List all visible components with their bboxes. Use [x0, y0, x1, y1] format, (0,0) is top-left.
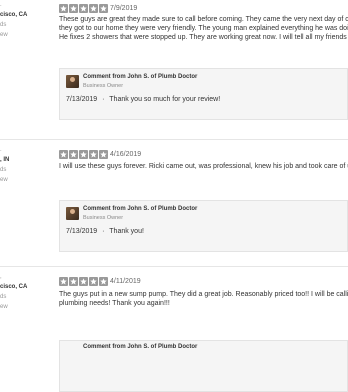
separator: ·	[102, 96, 105, 103]
review-date: 4/11/2019	[110, 278, 141, 285]
review-text: The guys put in a new sump pump. They di…	[59, 290, 348, 308]
owner-reply-text: 7/13/2019 · Thank you so much for your r…	[66, 96, 220, 103]
reviewer-reviews-count: ds	[0, 294, 7, 300]
reviewer-meta: . , IN ds ew	[0, 147, 10, 183]
reviewer-reviews-count: ds	[0, 167, 7, 173]
reviewer-location: cisco, CA	[0, 12, 28, 18]
star-icon	[69, 4, 78, 13]
reviewer-view: ew	[0, 177, 8, 183]
rating-stars	[59, 277, 108, 286]
star-icon	[69, 150, 78, 159]
reply-date: 7/13/2019	[66, 96, 98, 103]
owner-reply-title: Comment from John S. of Plumb Doctor	[83, 206, 198, 212]
review-date: 4/16/2019	[110, 151, 142, 158]
star-icon	[69, 277, 78, 286]
owner-reply: Comment from John S. of Plumb Doctor Bus…	[59, 68, 348, 120]
reviewer-reviews-count: ds	[0, 22, 7, 28]
review-text-line: He fixes 2 showers that were stopped up.…	[59, 34, 348, 41]
review-text-line: The guys put in a new sump pump. They di…	[59, 291, 348, 298]
avatar	[66, 207, 79, 220]
reply-date: 7/13/2019	[66, 228, 98, 235]
review-text-line: they got to our home they were very frie…	[59, 25, 348, 32]
review-text: I will use these guys forever. Ricki cam…	[59, 162, 348, 171]
rating-stars	[59, 4, 108, 13]
owner-role: Business Owner	[83, 83, 124, 89]
review-date: 7/9/2019	[110, 5, 138, 12]
review-text: These guys are great they made sure to c…	[59, 15, 348, 42]
star-icon	[79, 277, 88, 286]
reviewer-view: ew	[0, 32, 8, 38]
star-icon	[89, 150, 98, 159]
divider	[0, 266, 348, 267]
star-icon	[89, 4, 98, 13]
reviewer-location: , IN	[0, 157, 10, 163]
star-icon	[89, 277, 98, 286]
reply-body: Thank you so much for your review!	[109, 96, 221, 103]
star-icon	[59, 277, 68, 286]
reply-body: Thank you!	[109, 228, 144, 235]
owner-reply-text: 7/13/2019 · Thank you!	[66, 228, 144, 235]
review-text-line: These guys are great they made sure to c…	[59, 16, 348, 23]
owner-reply-title: Comment from John S. of Plumb Doctor	[83, 74, 198, 80]
star-icon	[79, 4, 88, 13]
owner-role: Business Owner	[83, 215, 124, 221]
avatar	[66, 75, 79, 88]
star-icon	[99, 150, 108, 159]
reviewer-view: ew	[0, 304, 8, 310]
review-text-line: plumbing needs! Thank you again!!!	[59, 300, 170, 307]
divider	[0, 139, 348, 140]
rating-stars	[59, 150, 108, 159]
owner-reply-title: Comment from John S. of Plumb Doctor	[83, 344, 198, 350]
star-icon	[79, 150, 88, 159]
owner-reply: Comment from John S. of Plumb Doctor Bus…	[59, 200, 348, 252]
reviewer-meta: . cisco, CA ds ew	[0, 2, 28, 38]
review-text-line: I will use these guys forever. Ricki cam…	[59, 163, 348, 170]
reviewer-meta: , cisco, CA ds ew	[0, 274, 28, 310]
star-icon	[99, 4, 108, 13]
star-icon	[99, 277, 108, 286]
star-icon	[59, 150, 68, 159]
reviewer-location: cisco, CA	[0, 284, 28, 290]
separator: ·	[102, 228, 105, 235]
star-icon	[59, 4, 68, 13]
